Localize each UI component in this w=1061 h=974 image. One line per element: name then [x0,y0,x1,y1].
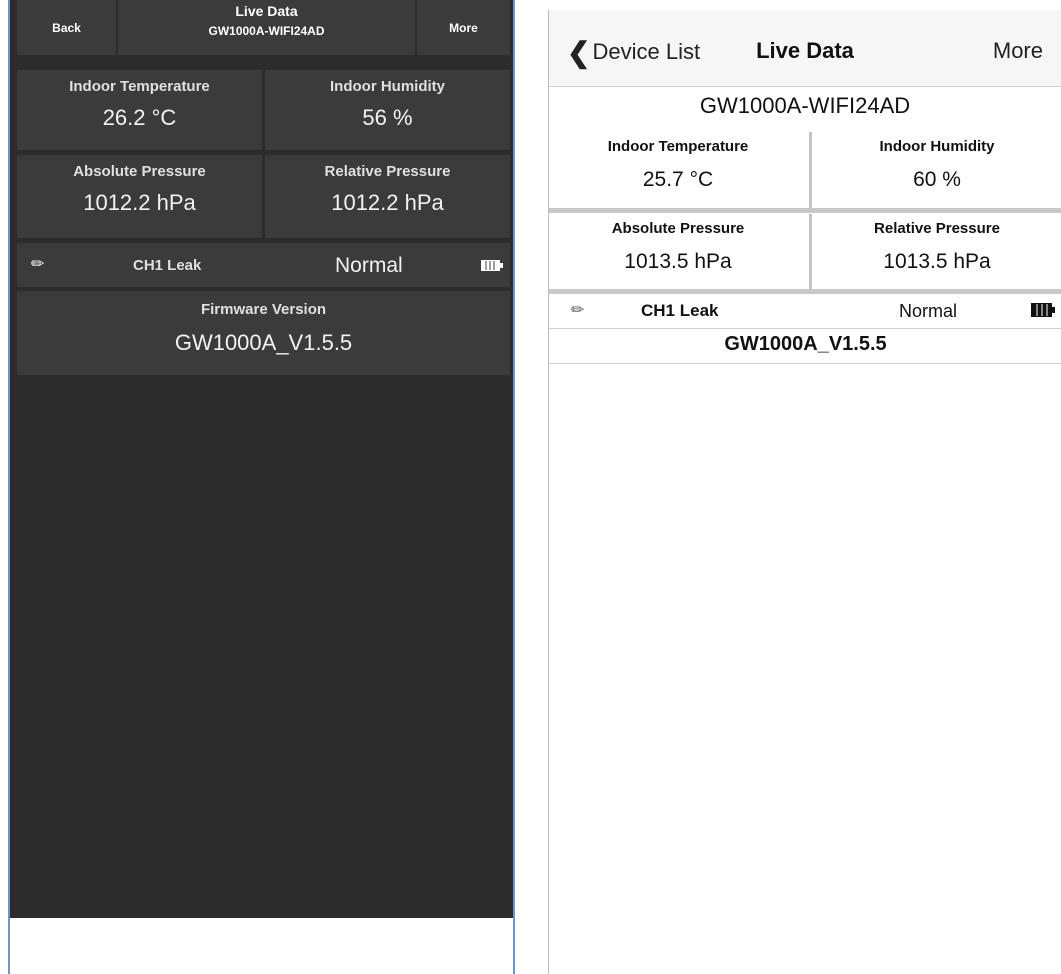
indoor-humidity-label: Indoor Humidity [879,138,995,155]
more-button-label: More [449,20,478,35]
chevron-left-icon: ❮ [567,37,591,68]
indoor-humidity-cell: Indoor Humidity 60 % [812,128,1061,208]
battery-icon [481,260,503,271]
absolute-pressure-value: 1012.2 hPa [83,190,196,215]
more-button[interactable]: More [993,38,1043,64]
absolute-pressure-label: Absolute Pressure [73,163,206,180]
leak-sensor-status: Normal [335,254,403,277]
android-background: Back Live Data GW1000A-WIFI24AD More Ind… [10,0,513,918]
more-button[interactable]: More [417,0,510,55]
device-list-button[interactable]: ❮Device List [567,36,700,69]
row-divider [549,289,1061,294]
indoor-humidity-value: 60 % [913,168,961,191]
indoor-temperature-value: 25.7 °C [642,168,714,191]
indoor-temperature-cell: Indoor Temperature 25.7 °C [549,128,807,208]
pencil-icon[interactable]: ✏︎ [571,300,584,320]
leak-sensor-row[interactable]: ✏︎ CH1 Leak Normal [549,296,1061,326]
firmware-version-label: Firmware Version [200,301,327,318]
indoor-humidity-cell: Indoor Humidity 56 % [265,70,510,150]
page-title: Live Data [235,3,298,19]
indoor-temperature-cell: Indoor Temperature 26.2 °C [17,70,262,150]
absolute-pressure-cell: Absolute Pressure 1013.5 hPa [549,210,807,290]
navigation-bar: Live Data ❮Device List More [549,10,1061,87]
relative-pressure-value: 1013.5 hPa [883,250,991,273]
android-screen: Back Live Data GW1000A-WIFI24AD More Ind… [8,0,515,974]
relative-pressure-cell: Relative Pressure 1013.5 hPa [812,210,1061,290]
ios-screen: Live Data ❮Device List More GW1000A-WIFI… [548,10,1061,974]
title-bar: Live Data GW1000A-WIFI24AD [118,0,415,55]
battery-icon [1031,303,1055,317]
firmware-version-value: GW1000A_V1.5.5 [174,330,353,355]
leak-sensor-name: CH1 Leak [641,301,719,320]
indoor-temperature-label: Indoor Temperature [607,138,749,155]
firmware-version-value: GW1000A_V1.5.5 [549,328,1061,364]
relative-pressure-cell: Relative Pressure 1012.2 hPa [265,155,510,238]
back-button-label: Back [52,20,81,35]
device-name: GW1000A-WIFI24AD [699,93,911,118]
absolute-pressure-cell: Absolute Pressure 1012.2 hPa [17,155,262,238]
device-list-button-label: Device List [592,39,701,64]
device-name: GW1000A-WIFI24AD [208,24,325,38]
indoor-temperature-label: Indoor Temperature [69,78,210,95]
absolute-pressure-value: 1013.5 hPa [624,250,732,273]
indoor-temperature-value: 26.2 °C [102,105,177,130]
indoor-humidity-label: Indoor Humidity [330,78,445,95]
relative-pressure-label: Relative Pressure [874,220,1000,237]
pencil-icon[interactable]: ✏︎ [31,254,44,274]
absolute-pressure-label: Absolute Pressure [611,220,745,237]
relative-pressure-label: Relative Pressure [324,163,451,180]
firmware-version-cell: Firmware Version GW1000A_V1.5.5 [17,291,510,375]
leak-sensor-row[interactable]: ✏︎ CH1 Leak Normal [17,243,510,287]
relative-pressure-value: 1012.2 hPa [331,190,444,215]
leak-sensor-status: Normal [899,301,958,321]
indoor-humidity-value: 56 % [362,105,413,130]
leak-sensor-name: CH1 Leak [133,257,202,274]
back-button[interactable]: Back [17,0,116,55]
